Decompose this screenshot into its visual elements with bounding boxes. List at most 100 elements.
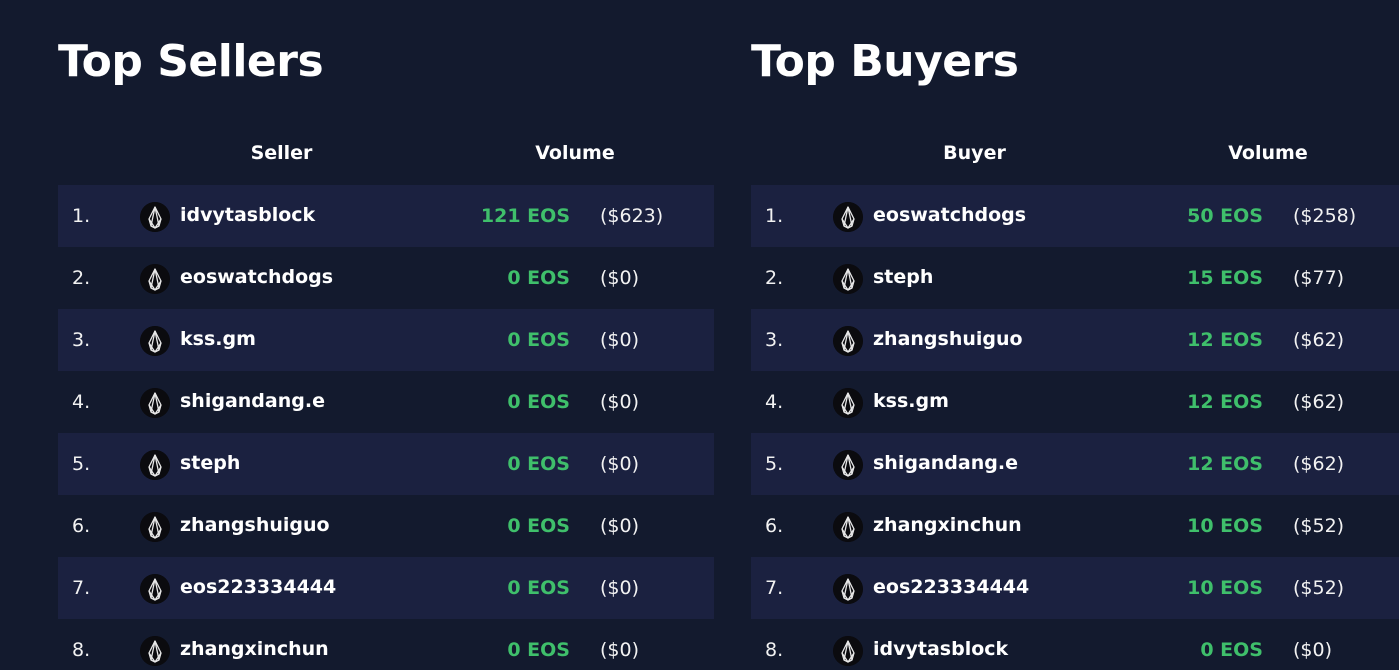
buyer-column-header: Buyer [943,142,1006,164]
account-name[interactable]: zhangshuiguo [873,309,1023,369]
leaderboard-page: Top Sellers Seller Volume 1. idvytasbloc… [0,0,1399,670]
eos-volume: 0 EOS [507,577,570,599]
account-name[interactable]: steph [873,247,933,307]
rank-number: 2. [72,267,91,289]
rank-number: 3. [72,329,91,351]
usd-volume: ($258) [1293,205,1357,227]
rank-number: 7. [72,577,91,599]
eos-volume: 121 EOS [480,205,570,227]
account-name[interactable]: idvytasblock [180,185,315,245]
eos-volume: 0 EOS [507,453,570,475]
eos-logo-icon [140,450,170,480]
sellers-row-8[interactable]: 8. zhangxinchun 0 EOS ($0) [58,619,714,670]
eos-logo-icon [140,636,170,666]
rank-number: 3. [765,329,784,351]
usd-volume: ($0) [600,577,640,599]
eos-logo-icon [833,326,863,356]
volume-column-header: Volume [535,142,615,164]
top-sellers-title: Top Sellers [58,36,324,87]
account-name[interactable]: eoswatchdogs [180,247,333,307]
account-name[interactable]: zhangxinchun [180,619,329,670]
eos-logo-icon [140,512,170,542]
eos-logo-icon [833,636,863,666]
eos-volume: 10 EOS [1187,515,1263,537]
rank-number: 6. [72,515,91,537]
usd-volume: ($0) [600,515,640,537]
eos-volume: 0 EOS [507,267,570,289]
account-name[interactable]: steph [180,433,240,493]
account-name[interactable]: eoswatchdogs [873,185,1026,245]
eos-volume: 0 EOS [507,639,570,661]
eos-volume: 12 EOS [1187,453,1263,475]
account-name[interactable]: zhangxinchun [873,495,1022,555]
sellers-row-2[interactable]: 2. eoswatchdogs 0 EOS ($0) [58,247,714,309]
usd-volume: ($62) [1293,453,1345,475]
account-name[interactable]: zhangshuiguo [180,495,330,555]
usd-volume: ($52) [1293,577,1345,599]
account-name[interactable]: idvytasblock [873,619,1008,670]
eos-volume: 12 EOS [1187,391,1263,413]
buyers-row-6[interactable]: 6. zhangxinchun 10 EOS ($52) [751,495,1399,557]
sellers-row-3[interactable]: 3. kss.gm 0 EOS ($0) [58,309,714,371]
buyers-row-8[interactable]: 8. idvytasblock 0 EOS ($0) [751,619,1399,670]
rank-number: 8. [72,639,91,661]
buyers-row-5[interactable]: 5. shigandang.e 12 EOS ($62) [751,433,1399,495]
sellers-row-7[interactable]: 7. eos223334444 0 EOS ($0) [58,557,714,619]
rank-number: 4. [765,391,784,413]
rank-number: 8. [765,639,784,661]
rank-number: 1. [765,205,784,227]
usd-volume: ($0) [600,391,640,413]
volume-column-header: Volume [1228,142,1308,164]
buyers-row-3[interactable]: 3. zhangshuiguo 12 EOS ($62) [751,309,1399,371]
sellers-row-1[interactable]: 1. idvytasblock 121 EOS ($623) [58,185,714,247]
sellers-table-header: Seller Volume [58,142,714,168]
account-name[interactable]: eos223334444 [180,557,336,617]
sellers-row-5[interactable]: 5. steph 0 EOS ($0) [58,433,714,495]
eos-volume: 12 EOS [1187,329,1263,351]
buyers-row-4[interactable]: 4. kss.gm 12 EOS ($62) [751,371,1399,433]
eos-logo-icon [140,388,170,418]
usd-volume: ($0) [1293,639,1333,661]
eos-logo-icon [833,512,863,542]
usd-volume: ($0) [600,453,640,475]
sellers-row-6[interactable]: 6. zhangshuiguo 0 EOS ($0) [58,495,714,557]
account-name[interactable]: kss.gm [873,371,949,431]
eos-logo-icon [833,388,863,418]
eos-logo-icon [140,202,170,232]
buyers-row-2[interactable]: 2. steph 15 EOS ($77) [751,247,1399,309]
eos-volume: 10 EOS [1187,577,1263,599]
usd-volume: ($77) [1293,267,1345,289]
eos-logo-icon [833,574,863,604]
rank-number: 1. [72,205,91,227]
eos-volume: 15 EOS [1187,267,1263,289]
usd-volume: ($0) [600,329,640,351]
rank-number: 6. [765,515,784,537]
sellers-table-body: 1. idvytasblock 121 EOS ($623) 2. eoswat… [58,185,714,670]
rank-number: 5. [765,453,784,475]
buyers-row-1[interactable]: 1. eoswatchdogs 50 EOS ($258) [751,185,1399,247]
rank-number: 7. [765,577,784,599]
eos-volume: 0 EOS [507,391,570,413]
eos-logo-icon [833,264,863,294]
rank-number: 5. [72,453,91,475]
usd-volume: ($62) [1293,329,1345,351]
eos-logo-icon [833,450,863,480]
eos-logo-icon [833,202,863,232]
eos-volume: 50 EOS [1187,205,1263,227]
buyers-row-7[interactable]: 7. eos223334444 10 EOS ($52) [751,557,1399,619]
top-buyers-title: Top Buyers [751,36,1019,87]
usd-volume: ($0) [600,639,640,661]
rank-number: 4. [72,391,91,413]
usd-volume: ($0) [600,267,640,289]
usd-volume: ($623) [600,205,664,227]
account-name[interactable]: shigandang.e [873,433,1018,493]
eos-logo-icon [140,574,170,604]
usd-volume: ($52) [1293,515,1345,537]
eos-volume: 0 EOS [1200,639,1263,661]
sellers-row-4[interactable]: 4. shigandang.e 0 EOS ($0) [58,371,714,433]
account-name[interactable]: eos223334444 [873,557,1029,617]
eos-logo-icon [140,264,170,294]
eos-volume: 0 EOS [507,515,570,537]
account-name[interactable]: shigandang.e [180,371,325,431]
account-name[interactable]: kss.gm [180,309,256,369]
